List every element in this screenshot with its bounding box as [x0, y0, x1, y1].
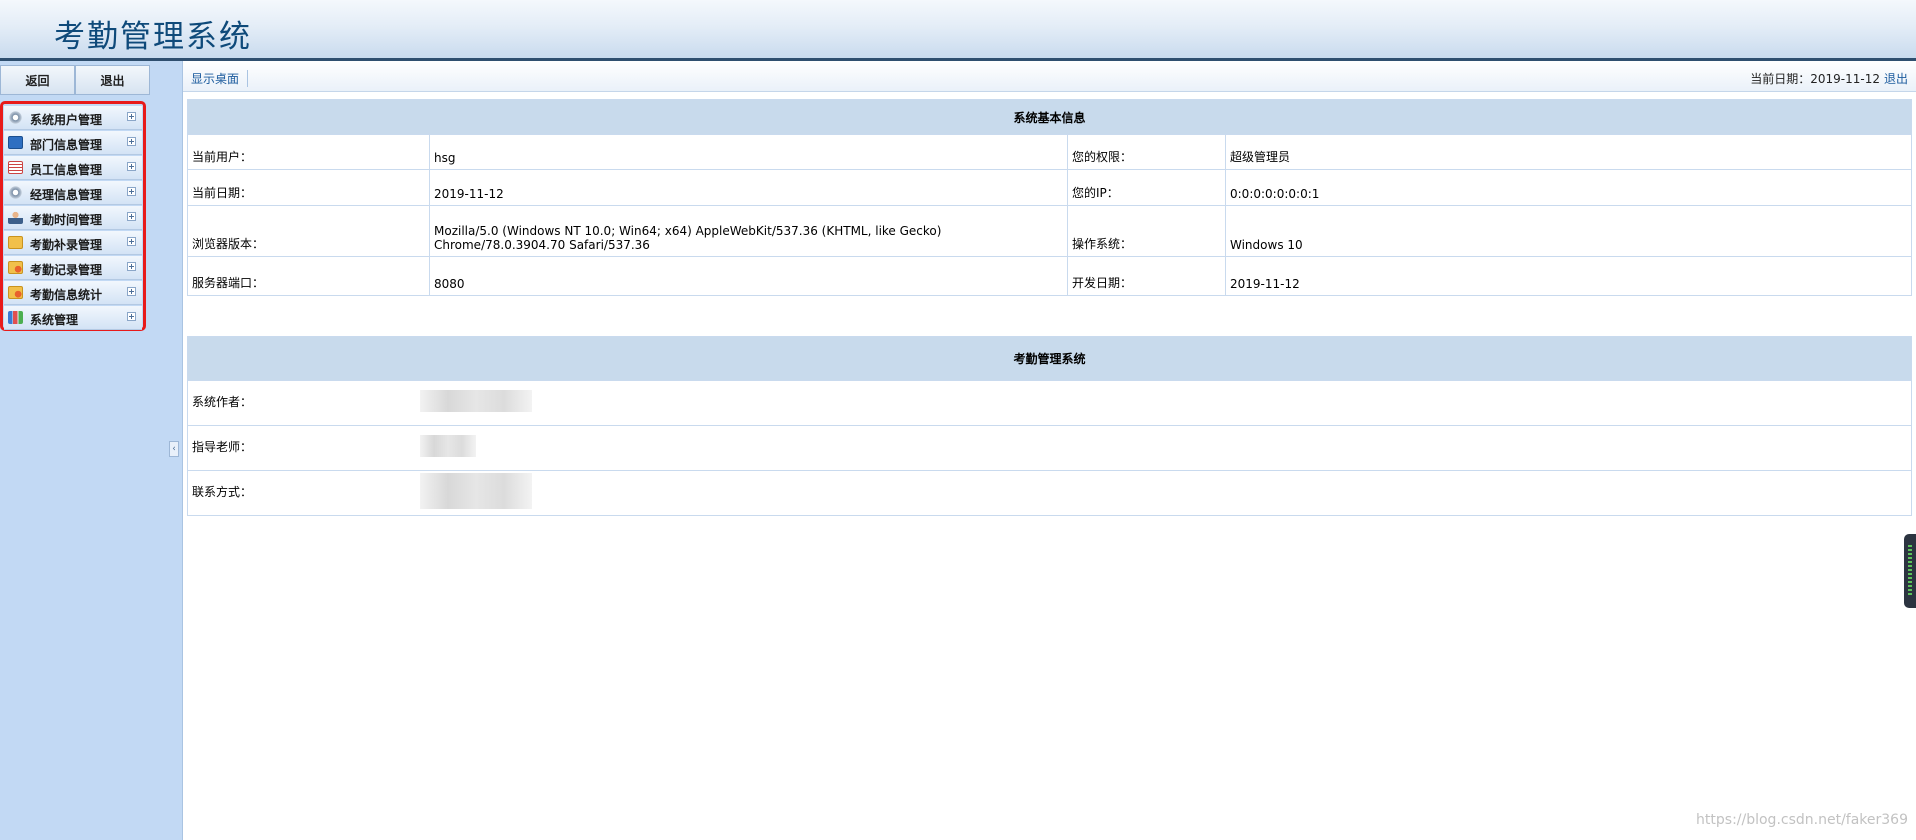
monitor-icon — [8, 136, 23, 149]
gear-icon — [8, 186, 23, 199]
volume-meter-widget[interactable] — [1904, 534, 1916, 608]
server-port-value: 8080 — [429, 256, 1068, 296]
logout-link[interactable]: 退出 — [1884, 72, 1908, 86]
table-row: 浏览器版本： Mozilla/5.0 (Windows NT 10.0; Win… — [187, 205, 1912, 257]
back-button[interactable]: 返回 — [0, 65, 75, 95]
level-bars-icon — [1908, 545, 1912, 597]
sidebar-item-employees[interactable]: 员工信息管理 — [4, 156, 142, 180]
sidebar-item-managers[interactable]: 经理信息管理 — [4, 181, 142, 205]
current-date-value: 2019-11-12 — [429, 169, 1068, 206]
table-icon — [8, 161, 23, 174]
system-basic-info-table: 系统基本信息 当前用户： hsg 您的权限： 超级管理员 当前日期： 2019-… — [187, 99, 1912, 296]
table-row: 当前用户： hsg 您的权限： 超级管理员 — [187, 134, 1912, 170]
current-date-area: 当前日期：2019-11-12 退出 — [1750, 70, 1908, 87]
sidebar-item-attendance-records[interactable]: 考勤记录管理 — [4, 256, 142, 280]
current-date-label: 当前日期： — [187, 169, 430, 206]
folder-user-icon — [8, 261, 23, 274]
app-title: 考勤管理系统 — [54, 19, 252, 55]
expand-plus-icon[interactable] — [127, 312, 136, 321]
sidebar-item-label: 考勤信息统计 — [30, 288, 103, 302]
chart-icon — [8, 311, 23, 324]
redacted-block — [419, 390, 532, 412]
folder-user-icon — [8, 286, 23, 299]
table-row: 服务器端口： 8080 开发日期： 2019-11-12 — [187, 256, 1912, 296]
table-row: 指导老师： — [187, 425, 1912, 471]
os-label: 操作系统： — [1067, 205, 1226, 257]
sidebar-item-label: 经理信息管理 — [30, 188, 103, 202]
permission-label: 您的权限： — [1067, 134, 1226, 170]
sidebar-item-label: 考勤补录管理 — [30, 238, 103, 252]
watermark: https://blog.csdn.net/faker369 — [1696, 812, 1908, 828]
permission-value: 超级管理员 — [1225, 134, 1912, 170]
contact-value-redacted — [419, 470, 1912, 516]
sidebar-top-buttons: 返回 退出 — [0, 65, 150, 95]
browser-version-label: 浏览器版本： — [187, 205, 430, 257]
system-about-table: 考勤管理系统 系统作者： 指导老师： 联系方式： — [187, 336, 1912, 516]
author-value-redacted — [419, 380, 1912, 426]
sidebar-item-label: 部门信息管理 — [30, 138, 103, 152]
ip-label: 您的IP： — [1067, 169, 1226, 206]
current-user-value: hsg — [429, 134, 1068, 170]
sidebar-item-label: 系统管理 — [30, 313, 79, 327]
folder-icon — [8, 236, 23, 249]
redacted-block — [419, 435, 476, 457]
sidebar-item-departments[interactable]: 部门信息管理 — [4, 131, 142, 155]
browser-version-value: Mozilla/5.0 (Windows NT 10.0; Win64; x64… — [429, 205, 1068, 257]
ip-value: 0:0:0:0:0:0:0:1 — [1225, 169, 1912, 206]
expand-plus-icon[interactable] — [127, 162, 136, 171]
os-value: Windows 10 — [1225, 205, 1912, 257]
sidebar-item-label: 考勤时间管理 — [30, 213, 103, 227]
table-row: 联系方式： — [187, 470, 1912, 516]
table-row: 系统作者： — [187, 380, 1912, 426]
current-user-label: 当前用户： — [187, 134, 430, 170]
expand-plus-icon[interactable] — [127, 212, 136, 221]
expand-plus-icon[interactable] — [127, 262, 136, 271]
expand-plus-icon[interactable] — [127, 112, 136, 121]
dev-date-value: 2019-11-12 — [1225, 256, 1912, 296]
sidebar-menu: 系统用户管理 部门信息管理 员工信息管理 经理信息管理 考勤时间管理 考勤补录管… — [0, 101, 146, 331]
sidebar-item-label: 员工信息管理 — [30, 163, 103, 177]
sidebar: 返回 退出 系统用户管理 部门信息管理 员工信息管理 经理信息管理 考勤时间管理 — [0, 61, 183, 840]
show-desktop-link[interactable]: 显示桌面 — [191, 70, 249, 87]
table-title: 考勤管理系统 — [187, 336, 1912, 381]
app-header: 考勤管理系统 — [0, 0, 1916, 61]
advisor-value-redacted — [419, 425, 1912, 471]
sidebar-collapse-handle[interactable]: ‹ — [169, 441, 179, 457]
expand-plus-icon[interactable] — [127, 237, 136, 246]
sidebar-item-label: 系统用户管理 — [30, 113, 103, 127]
server-port-label: 服务器端口： — [187, 256, 430, 296]
current-date-text: 当前日期：2019-11-12 — [1750, 72, 1880, 86]
expand-plus-icon[interactable] — [127, 287, 136, 296]
gear-icon — [8, 111, 23, 124]
redacted-block — [419, 473, 532, 509]
user-icon — [8, 211, 23, 224]
main-toolbar: 显示桌面 当前日期：2019-11-12 退出 — [183, 61, 1916, 92]
table-title: 系统基本信息 — [187, 99, 1912, 135]
sidebar-item-system-users[interactable]: 系统用户管理 — [4, 106, 142, 130]
expand-plus-icon[interactable] — [127, 137, 136, 146]
exit-button[interactable]: 退出 — [75, 65, 150, 95]
table-row: 当前日期： 2019-11-12 您的IP： 0:0:0:0:0:0:0:1 — [187, 169, 1912, 206]
sidebar-item-attendance-stats[interactable]: 考勤信息统计 — [4, 281, 142, 305]
expand-plus-icon[interactable] — [127, 187, 136, 196]
sidebar-item-attendance-supplement[interactable]: 考勤补录管理 — [4, 231, 142, 255]
sidebar-item-system-admin[interactable]: 系统管理 — [4, 306, 142, 330]
sidebar-item-label: 考勤记录管理 — [30, 263, 103, 277]
sidebar-item-attendance-time[interactable]: 考勤时间管理 — [4, 206, 142, 230]
dev-date-label: 开发日期： — [1067, 256, 1226, 296]
